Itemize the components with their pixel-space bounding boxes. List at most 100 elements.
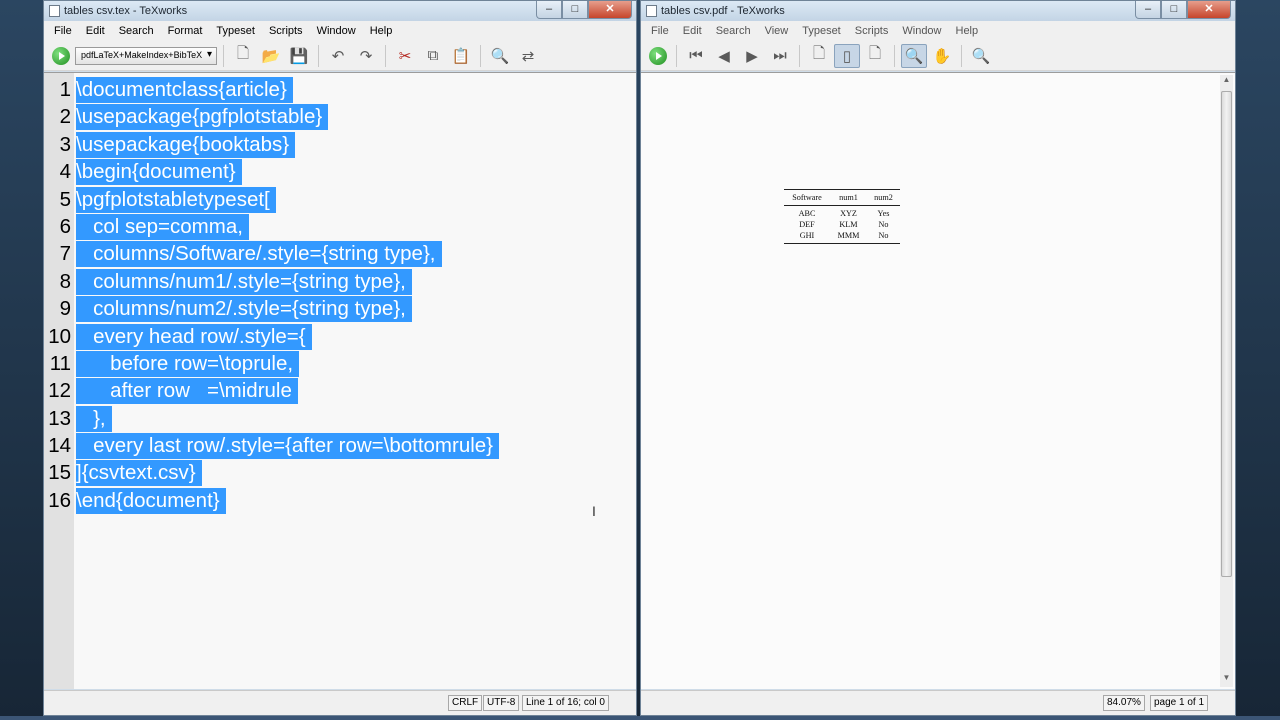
actual-size-icon[interactable]: 🗋 bbox=[806, 44, 832, 68]
code-line[interactable]: 10 every head row/.style={ bbox=[48, 323, 636, 350]
menu-search[interactable]: Search bbox=[709, 25, 758, 37]
code-line[interactable]: 2 \usepackage{pgfplotstable} bbox=[60, 103, 636, 131]
hand-tool-icon[interactable]: ✋ bbox=[929, 44, 955, 68]
code-editor[interactable]: 1 \documentclass{article} 2 \usepackage{pg… bbox=[44, 72, 636, 689]
menu-scripts[interactable]: Scripts bbox=[262, 25, 310, 37]
typeset-run-icon[interactable] bbox=[52, 46, 70, 65]
save-icon[interactable]: 💾 bbox=[286, 44, 312, 68]
line-ending-indicator[interactable]: CRLF bbox=[448, 695, 483, 711]
line-number: 9 bbox=[59, 297, 71, 321]
next-page-icon[interactable]: ▶ bbox=[739, 44, 765, 68]
menu-typeset[interactable]: Typeset bbox=[795, 25, 848, 37]
menu-typeset[interactable]: Typeset bbox=[209, 25, 262, 37]
toolbar-separator bbox=[894, 44, 895, 67]
encoding-indicator[interactable]: UTF-8 bbox=[483, 695, 520, 711]
menu-file[interactable]: File bbox=[47, 25, 79, 37]
preview-toolbar: ⏮ ◀ ▶ ⏭ 🗋 ▯ 🗋 🔍 ✋ 🔍 bbox=[641, 41, 1235, 71]
code-line[interactable]: 15]{csvtext.csv} bbox=[48, 459, 636, 487]
code-line[interactable]: 12 after row =\midrule bbox=[48, 377, 636, 405]
close-button[interactable]: ✕ bbox=[588, 1, 632, 19]
redo-icon[interactable]: ↷ bbox=[353, 44, 379, 68]
code-line[interactable]: 5 \pgfplotstabletypeset[ bbox=[60, 186, 636, 213]
code-line[interactable]: 9 columns/num2/.style={string type}, bbox=[60, 295, 636, 323]
scroll-down-icon[interactable]: ▼ bbox=[1220, 673, 1233, 687]
pdf-table-row: ABC XYZ Yes bbox=[784, 208, 900, 219]
editor-titlebar[interactable]: tables csv.tex - TeXworks – □ ✕ bbox=[44, 1, 636, 21]
taskbar bbox=[0, 716, 1280, 720]
pdf-app-icon bbox=[646, 5, 657, 17]
menu-edit[interactable]: Edit bbox=[79, 25, 112, 37]
maximize-button[interactable]: □ bbox=[1161, 1, 1187, 19]
code-line[interactable]: 8 columns/num1/.style={string type}, bbox=[60, 268, 636, 295]
toolbar-separator bbox=[676, 44, 677, 67]
line-text: \documentclass{article} bbox=[76, 77, 293, 103]
header-cell: num2 bbox=[874, 193, 893, 202]
line-text: }, bbox=[76, 405, 112, 432]
line-text: before row=\toprule, bbox=[76, 350, 300, 377]
code-line[interactable]: 11 before row=\toprule, bbox=[50, 350, 636, 377]
typeset-engine-select[interactable]: pdfLaTeX+MakeIndex+BibTeX bbox=[75, 46, 217, 65]
cursor-position: Line 1 of 16; col 0 bbox=[522, 695, 609, 711]
minimize-button[interactable]: – bbox=[536, 1, 562, 19]
fit-width-icon[interactable]: ▯ bbox=[834, 43, 860, 68]
first-page-icon[interactable]: ⏮ bbox=[683, 44, 709, 68]
header-cell: num1 bbox=[839, 193, 858, 202]
line-text: \usepackage{booktabs} bbox=[76, 131, 296, 158]
code-line[interactable]: 16 \end{document} bbox=[48, 487, 636, 514]
line-text: \end{document} bbox=[76, 487, 226, 514]
menu-help[interactable]: Help bbox=[363, 25, 400, 37]
close-button[interactable]: ✕ bbox=[1187, 1, 1231, 19]
paste-icon[interactable]: 📋 bbox=[448, 44, 474, 68]
find-icon[interactable]: 🔍 bbox=[487, 44, 513, 68]
toolbar-separator bbox=[385, 44, 386, 67]
minimize-button[interactable]: – bbox=[1135, 1, 1161, 19]
magnifier-tool-icon[interactable]: 🔍 bbox=[901, 43, 927, 68]
preview-window: tables csv.pdf - TeXworks – □ ✕ File Edi… bbox=[640, 0, 1236, 716]
menu-file[interactable]: File bbox=[644, 25, 676, 37]
menu-view[interactable]: View bbox=[758, 25, 796, 37]
line-text: after row =\midrule bbox=[76, 378, 298, 405]
pdf-viewer[interactable]: Software num1 num2 ABC XYZ Yes DEF KLM N… bbox=[641, 72, 1235, 689]
line-number: 16 bbox=[48, 488, 71, 512]
pdf-table: Software num1 num2 ABC XYZ Yes DEF KLM N… bbox=[784, 189, 900, 244]
menu-scripts[interactable]: Scripts bbox=[848, 25, 896, 37]
code-line[interactable]: 4 \begin{document} bbox=[60, 158, 636, 186]
line-number: 12 bbox=[48, 379, 71, 403]
vertical-scrollbar[interactable]: ▲ ▼ bbox=[1220, 75, 1233, 687]
code-line[interactable]: 1 \documentclass{article} bbox=[60, 76, 636, 103]
code-line[interactable]: 7 columns/Software/.style={string type}, bbox=[60, 240, 636, 268]
scroll-up-icon[interactable]: ▲ bbox=[1220, 75, 1233, 89]
typeset-run-icon[interactable] bbox=[649, 46, 667, 65]
copy-icon[interactable]: ⧉ bbox=[420, 44, 446, 68]
toolbar-separator bbox=[318, 44, 319, 67]
code-line[interactable]: 14 every last row/.style={after row=\bot… bbox=[48, 432, 636, 460]
line-number: 6 bbox=[59, 214, 71, 238]
replace-icon[interactable]: ⇄ bbox=[515, 44, 541, 68]
menu-help[interactable]: Help bbox=[949, 25, 986, 37]
table-cell: No bbox=[878, 220, 889, 229]
menu-format[interactable]: Format bbox=[161, 25, 210, 37]
code-line[interactable]: 13 }, bbox=[48, 405, 636, 432]
line-text: every last row/.style={after row=\bottom… bbox=[76, 433, 500, 460]
menu-window[interactable]: Window bbox=[310, 25, 363, 37]
cut-icon[interactable]: ✂ bbox=[392, 44, 418, 68]
find-icon[interactable]: 🔍 bbox=[968, 44, 994, 68]
line-number: 1 bbox=[59, 78, 71, 101]
code-line[interactable]: 3 \usepackage{booktabs} bbox=[60, 131, 636, 158]
menu-edit[interactable]: Edit bbox=[676, 25, 709, 37]
previous-page-icon[interactable]: ◀ bbox=[711, 44, 737, 68]
undo-icon[interactable]: ↶ bbox=[325, 44, 351, 68]
line-text: col sep=comma, bbox=[76, 213, 249, 240]
maximize-button[interactable]: □ bbox=[562, 1, 588, 19]
menu-window[interactable]: Window bbox=[895, 25, 948, 37]
menu-search[interactable]: Search bbox=[112, 25, 161, 37]
open-folder-icon[interactable]: 📂 bbox=[258, 44, 284, 68]
table-cell: DEF bbox=[799, 220, 815, 229]
scrollbar-thumb[interactable] bbox=[1221, 91, 1232, 577]
new-document-icon[interactable]: 🗋 bbox=[230, 44, 256, 68]
preview-titlebar[interactable]: tables csv.pdf - TeXworks – □ ✕ bbox=[641, 1, 1235, 21]
pdf-table-row: DEF KLM No bbox=[784, 219, 900, 230]
last-page-icon[interactable]: ⏭ bbox=[767, 44, 793, 68]
fit-window-icon[interactable]: 🗋 bbox=[862, 44, 888, 68]
code-line[interactable]: 6 col sep=comma, bbox=[60, 213, 636, 240]
